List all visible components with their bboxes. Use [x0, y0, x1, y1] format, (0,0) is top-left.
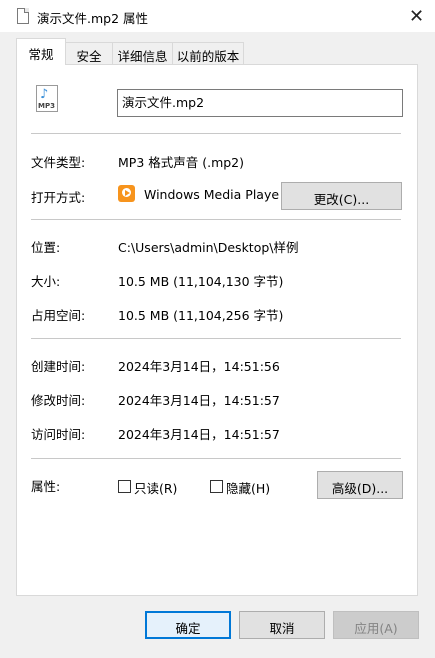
tab-general[interactable]: 常规: [16, 38, 66, 65]
apply-button[interactable]: 应用(A): [333, 611, 419, 639]
file-type-label: 文件类型:: [31, 155, 86, 170]
media-player-icon: [118, 185, 135, 202]
modified-label: 修改时间:: [31, 393, 86, 408]
separator: [31, 458, 401, 459]
music-note-icon: ♪: [40, 87, 49, 102]
file-icon-label: MP3: [38, 102, 55, 110]
opens-with-value: Windows Media Playe: [144, 187, 280, 202]
location-label: 位置:: [31, 240, 61, 255]
readonly-label[interactable]: 只读(R): [134, 478, 177, 497]
mp3-file-icon: ♪ MP3: [36, 85, 58, 112]
readonly-checkbox[interactable]: [118, 480, 131, 493]
tab-security[interactable]: 安全: [65, 42, 113, 64]
window-title: 演示文件.mp2 属性: [37, 11, 149, 26]
accessed-label: 访问时间:: [31, 427, 86, 442]
file-name-input[interactable]: 演示文件.mp2: [117, 89, 403, 117]
change-button[interactable]: 更改(C)...: [281, 182, 402, 210]
accessed-value: 2024年3月14日，14:51:57: [118, 427, 280, 442]
document-icon: [17, 8, 29, 24]
hidden-label[interactable]: 隐藏(H): [226, 478, 270, 497]
tab-details[interactable]: 详细信息: [112, 42, 173, 64]
ok-button[interactable]: 确定: [145, 611, 231, 639]
general-panel: [16, 64, 418, 596]
advanced-button[interactable]: 高级(D)...: [317, 471, 403, 499]
separator: [31, 219, 401, 220]
size-value: 10.5 MB (11,104,130 字节): [118, 274, 284, 289]
close-button[interactable]: ✕: [398, 0, 435, 32]
separator: [31, 133, 401, 134]
separator: [31, 338, 401, 339]
tab-previous-versions[interactable]: 以前的版本: [172, 42, 244, 64]
size-on-disk-value: 10.5 MB (11,104,256 字节): [118, 308, 284, 323]
location-value: C:\Users\admin\Desktop\样例: [118, 240, 299, 255]
opens-with-label: 打开方式:: [31, 190, 86, 205]
file-type-value: MP3 格式声音 (.mp2): [118, 155, 245, 170]
hidden-checkbox[interactable]: [210, 480, 223, 493]
created-value: 2024年3月14日，14:51:56: [118, 359, 280, 374]
created-label: 创建时间:: [31, 359, 86, 374]
size-label: 大小:: [31, 274, 61, 289]
cancel-button[interactable]: 取消: [239, 611, 325, 639]
attributes-label: 属性:: [31, 479, 61, 494]
size-on-disk-label: 占用空间:: [31, 308, 86, 323]
modified-value: 2024年3月14日，14:51:57: [118, 393, 280, 408]
